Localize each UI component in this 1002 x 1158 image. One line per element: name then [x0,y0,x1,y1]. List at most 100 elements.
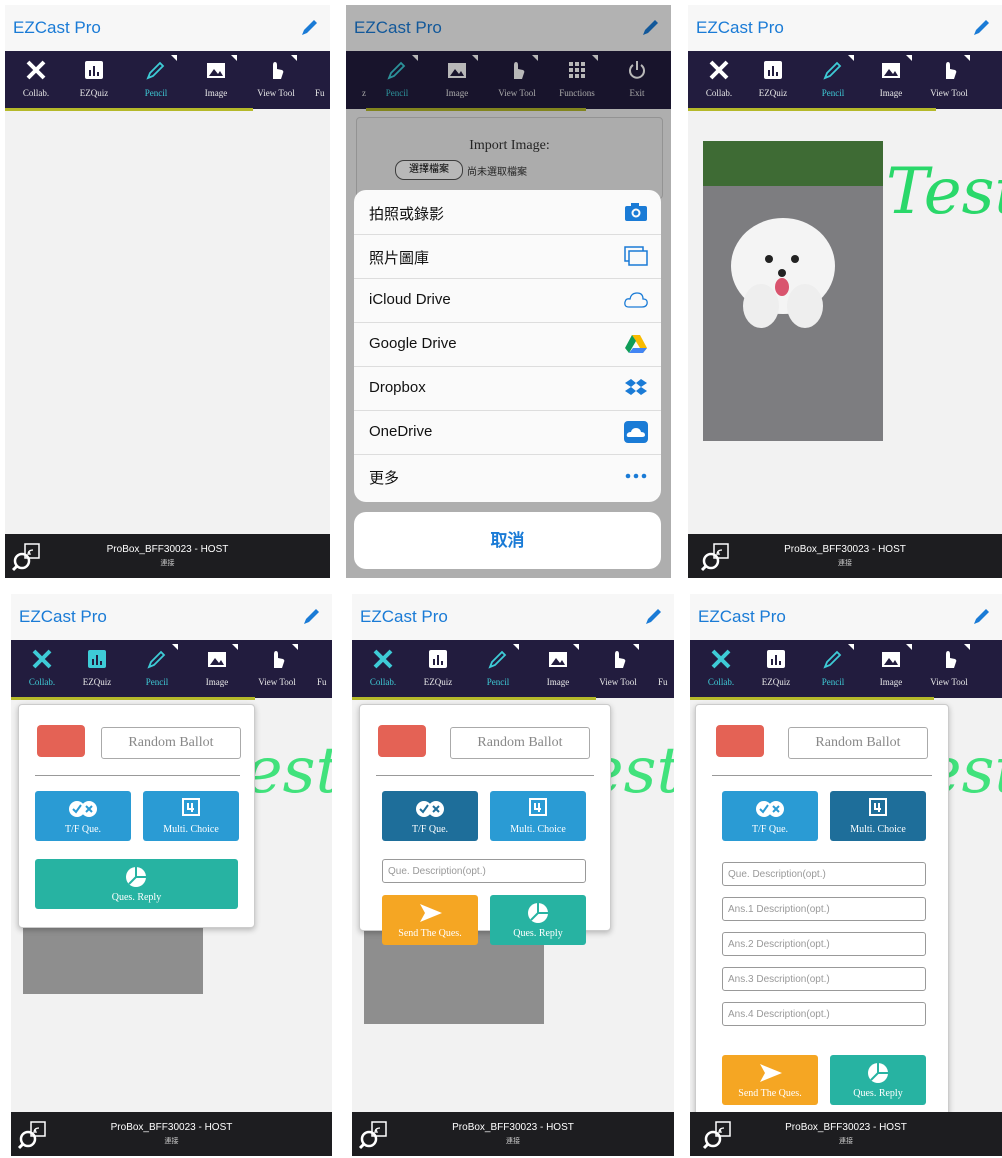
sheet-item-google-drive[interactable]: Google Drive [354,322,661,367]
tool-image[interactable]: Image [860,51,922,109]
answer-2-input[interactable]: Ans.2 Description(opt.) [722,932,926,956]
tool-collab[interactable]: Collab. [352,640,414,698]
toolbar-scroll-indicator [690,697,934,700]
multi-choice-icon [869,798,887,816]
tool-view[interactable]: View Tool [918,640,980,698]
tool-ezquiz-label: EZQuiz [423,677,453,687]
pie-reply-icon [528,903,548,923]
check-cross-icon [416,801,444,817]
cancel-button[interactable]: 取消 [354,512,661,569]
pen-edit-icon[interactable] [970,17,992,39]
tool-pencil-label: Pencil [821,88,845,98]
multi-choice-button[interactable]: Multi. Choice [143,791,239,841]
sheet-item-label: 拍照或錄影 [369,206,445,223]
toolbar-scroll-indicator [688,108,936,111]
pencil-icon [488,650,507,669]
tf-label: T/F Que. [64,824,102,835]
tool-ezquiz-label: EZQuiz [79,88,109,98]
ezquiz-chart-icon [767,650,785,668]
tool-pencil[interactable]: Pencil [126,640,188,698]
tool-bar: Collab. EZQuiz Pencil Image View Tool [690,640,1002,698]
tool-ezquiz[interactable]: EZQuiz [407,640,469,698]
tool-collab[interactable]: Collab. [11,640,73,698]
tf-question-button[interactable]: T/F Que. [35,791,131,841]
answer-3-input[interactable]: Ans.3 Description(opt.) [722,967,926,991]
tool-functions-partial[interactable]: Fu [301,51,330,109]
tool-view[interactable]: View Tool [918,51,980,109]
image-options-corner [906,55,912,61]
sheet-item-more[interactable]: 更多 [354,454,661,498]
google-drive-icon [625,335,647,353]
tool-pencil[interactable]: Pencil [802,51,864,109]
tool-ezquiz[interactable]: EZQuiz [745,640,807,698]
collab-icon [711,649,731,669]
tool-ezquiz[interactable]: EZQuiz [66,640,128,698]
ballot-box-icon[interactable] [716,725,764,757]
onedrive-icon [624,421,648,443]
reply-label: Ques. Reply [111,892,162,903]
tool-pencil[interactable]: Pencil [802,640,864,698]
device-name: ProBox_BFF30023 - HOST [106,544,229,555]
pencil-icon [146,61,165,80]
quiz-panel: Random Ballot T/F Que. Multi. Choice Que… [18,704,255,928]
tool-pencil-label: Pencil [486,677,510,687]
sheet-item-dropbox[interactable]: Dropbox [354,366,661,411]
sheet-item-label: OneDrive [369,423,433,440]
tf-question-button[interactable]: T/F Que. [722,791,818,841]
multi-choice-button[interactable]: Multi. Choice [830,791,926,841]
app-title: EZCast Pro [698,607,786,626]
random-ballot-button[interactable]: Random Ballot [450,727,590,759]
ballot-box-icon[interactable] [37,725,85,757]
tool-pencil[interactable]: Pencil [467,640,529,698]
answer-4-input[interactable]: Ans.4 Description(opt.) [722,1002,926,1026]
pen-edit-icon[interactable] [970,606,992,628]
check-cross-icon [756,801,784,817]
tool-image[interactable]: Image [860,640,922,698]
tool-functions-partial[interactable]: Fu [303,640,332,698]
sheet-item-label: 照片圖庫 [369,250,430,267]
question-description-input[interactable]: Que. Description(opt.) [382,859,586,883]
tool-ezquiz[interactable]: EZQuiz [742,51,804,109]
hand-pointer-icon [615,651,626,668]
random-ballot-button[interactable]: Random Ballot [788,727,928,759]
check-cross-icon [69,801,97,817]
tool-pencil[interactable]: Pencil [125,51,187,109]
tool-ezquiz[interactable]: EZQuiz [63,51,125,109]
tool-bar: Collab. EZQuiz Pencil Image View Tool [688,51,1002,109]
ballot-box-icon[interactable] [378,725,426,757]
pen-edit-icon[interactable] [300,606,322,628]
tool-collab[interactable]: Collab. [5,51,67,109]
tool-image[interactable]: Image [185,51,247,109]
question-reply-button[interactable]: Ques. Reply [35,859,238,909]
tool-collab[interactable]: Collab. [688,51,750,109]
tool-view-label: View Tool [257,88,295,98]
pen-edit-icon[interactable] [298,17,320,39]
question-reply-button[interactable]: Ques. Reply [830,1055,926,1105]
sheet-item-camera[interactable]: 拍照或錄影 [354,190,661,235]
sheet-item-onedrive[interactable]: OneDrive [354,410,661,455]
imported-dog-photo[interactable] [703,141,883,441]
question-description-input[interactable]: Que. Description(opt.) [722,862,926,886]
send-question-button[interactable]: Send The Ques. [722,1055,818,1105]
tf-question-button[interactable]: T/F Que. [382,791,478,841]
tool-ezquiz-label: EZQuiz [82,677,112,687]
multi-choice-button[interactable]: Multi. Choice [490,791,586,841]
connection-status: 連接 [839,1138,853,1145]
tool-view[interactable]: View Tool [245,51,307,109]
tool-image[interactable]: Image [527,640,589,698]
answer-1-input[interactable]: Ans.1 Description(opt.) [722,897,926,921]
random-ballot-button[interactable]: Random Ballot [101,727,241,759]
sheet-item-photo-library[interactable]: 照片圖庫 [354,234,661,279]
send-question-button[interactable]: Send The Ques. [382,895,478,945]
question-reply-button[interactable]: Ques. Reply [490,895,586,945]
tool-functions-partial[interactable]: Fu [644,640,674,698]
image-options-corner [573,644,579,650]
bottom-bar: ProBox_BFF30023 - HOST 連接 [11,1112,332,1156]
device-name: ProBox_BFF30023 - HOST [785,1122,907,1133]
pen-edit-icon[interactable] [642,606,664,628]
tool-view[interactable]: View Tool [587,640,649,698]
tool-image[interactable]: Image [186,640,248,698]
sheet-item-icloud[interactable]: iCloud Drive [354,278,661,323]
tool-view[interactable]: View Tool [246,640,308,698]
tool-collab[interactable]: Collab. [690,640,752,698]
